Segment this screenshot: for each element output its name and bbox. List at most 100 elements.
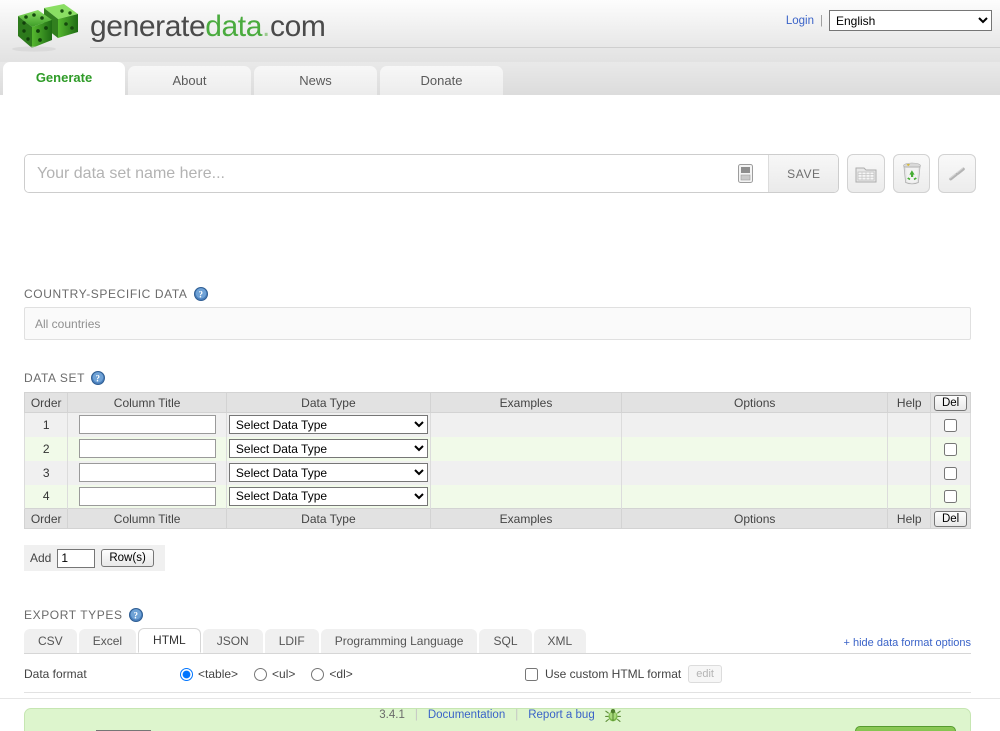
dataset-section-label: DATA SET ? (24, 371, 105, 385)
country-select-field[interactable]: All countries (24, 307, 971, 340)
export-section-label: EXPORT TYPES ? (24, 608, 143, 622)
header-divider (90, 47, 1000, 48)
tab-news[interactable]: News (254, 66, 377, 95)
tab-generate[interactable]: Generate (3, 62, 125, 95)
export-tab-excel[interactable]: Excel (79, 629, 136, 653)
load-datasets-grid-icon (855, 164, 877, 184)
title-dot: . (262, 10, 270, 43)
country-section-label: COUNTRY-SPECIFIC DATA ? (24, 287, 208, 301)
use-custom-html-format-checkbox[interactable] (525, 668, 538, 681)
help-question-icon[interactable]: ? (91, 371, 105, 385)
footer-separator-2: | (515, 709, 518, 721)
login-link[interactable]: Login (786, 15, 814, 27)
tab-donate[interactable]: Donate (380, 66, 503, 95)
format-radio-ul[interactable] (254, 668, 267, 681)
format-radio-table[interactable] (180, 668, 193, 681)
footer-del: Del (931, 509, 971, 529)
row-options-cell (622, 437, 888, 461)
svg-text:?: ? (198, 289, 203, 299)
column-title-input[interactable] (79, 487, 216, 506)
green-bug-icon[interactable] (605, 708, 621, 723)
footer-help: Help (888, 509, 931, 529)
export-tab-html[interactable]: HTML (138, 628, 201, 653)
format-option-ul[interactable]: <ul> (254, 667, 295, 681)
use-custom-html-format-label: Use custom HTML format (545, 667, 681, 681)
delete-row-checkbox[interactable] (944, 490, 957, 503)
header-examples: Examples (430, 393, 621, 413)
export-tab-programming-language[interactable]: Programming Language (321, 629, 478, 653)
title-com: com (270, 10, 325, 43)
export-tab-csv[interactable]: CSV (24, 629, 77, 653)
row-order: 3 (25, 461, 68, 485)
format-option-dl[interactable]: <dl> (311, 667, 352, 681)
row-options-cell (622, 413, 888, 437)
row-options-cell (622, 485, 888, 509)
format-radio-dl[interactable] (311, 668, 324, 681)
save-document-icon-glyph (738, 164, 753, 183)
row-type-cell: Select Data Type (226, 413, 430, 437)
save-button[interactable]: SAVE (769, 155, 838, 192)
delete-rows-button-bottom[interactable]: Del (934, 511, 967, 527)
logo-wrap: generatedata.com (10, 2, 325, 52)
data-format-row: Data format <table> <ul> <dl> Use custom… (24, 659, 971, 689)
export-type-tabs: CSV Excel HTML JSON LDIF Programming Lan… (24, 629, 971, 654)
recycle-bin-icon (901, 162, 923, 186)
row-order: 2 (25, 437, 68, 461)
custom-format-group: Use custom HTML format edit (525, 665, 722, 683)
dataset-name-input[interactable] (25, 155, 722, 192)
row-del-cell (931, 413, 971, 437)
column-title-input[interactable] (79, 463, 216, 482)
table-row: 3 Select Data Type (25, 461, 971, 485)
page-content: SAVE (0, 95, 1000, 731)
data-format-label: Data format (24, 667, 180, 681)
load-button[interactable] (847, 154, 885, 193)
dataset-name-group: SAVE (24, 154, 839, 193)
export-tab-json[interactable]: JSON (203, 629, 263, 653)
export-tab-sql[interactable]: SQL (479, 629, 531, 653)
row-del-cell (931, 437, 971, 461)
help-question-icon[interactable]: ? (194, 287, 208, 301)
add-rows-label: Add (30, 551, 51, 565)
dataset-name-row: SAVE (24, 154, 976, 193)
report-bug-link[interactable]: Report a bug (528, 709, 595, 721)
header-del: Del (931, 393, 971, 413)
clear-button[interactable] (893, 154, 931, 193)
country-label-text: COUNTRY-SPECIFIC DATA (24, 287, 188, 301)
data-type-select[interactable]: Select Data Type (229, 415, 428, 434)
column-title-input[interactable] (79, 415, 216, 434)
add-rows-input[interactable] (57, 549, 95, 568)
header-column-title: Column Title (68, 393, 227, 413)
export-label-text: EXPORT TYPES (24, 608, 123, 622)
data-type-select[interactable]: Select Data Type (229, 463, 428, 482)
delete-row-checkbox[interactable] (944, 467, 957, 480)
svg-text:?: ? (133, 610, 138, 620)
documentation-link[interactable]: Documentation (428, 709, 505, 721)
data-type-select[interactable]: Select Data Type (229, 487, 428, 506)
export-tab-ldif[interactable]: LDIF (265, 629, 319, 653)
format-option-table[interactable]: <table> (180, 667, 238, 681)
save-document-icon[interactable] (722, 155, 769, 192)
delete-rows-button-top[interactable]: Del (934, 395, 967, 411)
language-select[interactable]: English (829, 10, 992, 31)
export-tab-xml[interactable]: XML (534, 629, 587, 653)
help-question-icon[interactable]: ? (129, 608, 143, 622)
dataset-table: Order Column Title Data Type Examples Op… (24, 392, 971, 529)
row-examples-cell (430, 413, 621, 437)
tab-about[interactable]: About (128, 66, 251, 95)
link-button[interactable] (938, 154, 976, 193)
edit-custom-format-button[interactable]: edit (688, 665, 722, 683)
delete-row-checkbox[interactable] (944, 443, 957, 456)
row-order: 4 (25, 485, 68, 509)
format-label-table: <table> (198, 667, 238, 681)
svg-text:?: ? (95, 373, 100, 383)
footer-options: Options (622, 509, 888, 529)
version-label: 3.4.1 (379, 709, 405, 721)
delete-row-checkbox[interactable] (944, 419, 957, 432)
column-title-input[interactable] (79, 439, 216, 458)
footer-examples: Examples (430, 509, 621, 529)
row-order: 1 (25, 413, 68, 437)
dataset-table-body: 1 Select Data Type 2 (25, 413, 971, 509)
add-rows-button[interactable]: Row(s) (101, 549, 153, 567)
hide-data-format-options-link[interactable]: + hide data format options (844, 637, 972, 649)
data-type-select[interactable]: Select Data Type (229, 439, 428, 458)
